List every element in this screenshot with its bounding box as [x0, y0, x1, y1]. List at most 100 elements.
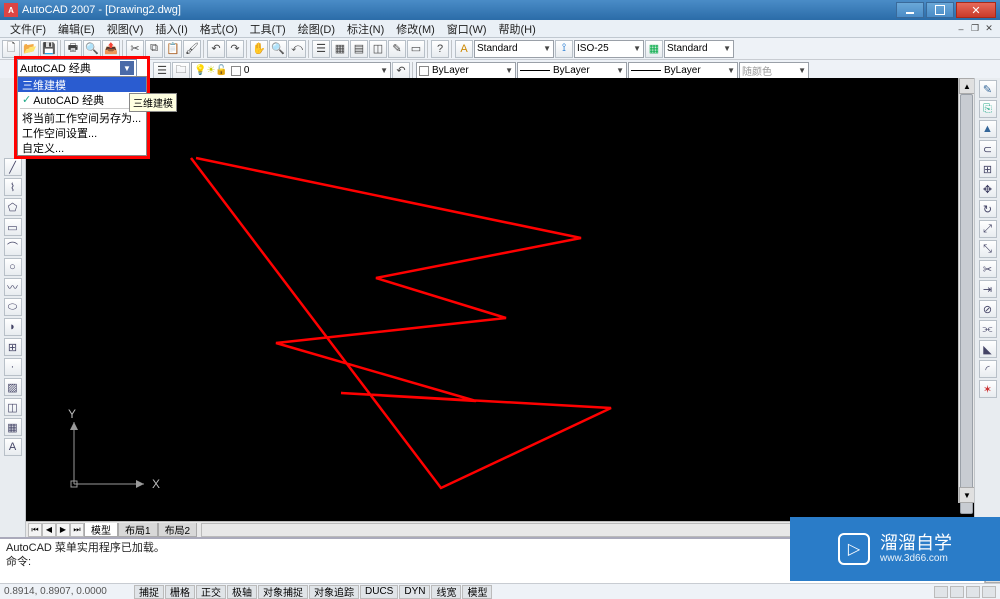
- layer-prop-button[interactable]: ☰: [153, 62, 171, 80]
- doc-close-button[interactable]: ✕: [982, 23, 996, 35]
- paste-button[interactable]: 📋: [164, 40, 182, 58]
- explode-tool[interactable]: ✶: [979, 380, 997, 398]
- menu-dimension[interactable]: 标注(N): [341, 21, 390, 37]
- redo-button[interactable]: ↷: [226, 40, 244, 58]
- doc-minimize-button[interactable]: –: [954, 23, 968, 35]
- publish-button[interactable]: 📤: [102, 40, 120, 58]
- arc-tool[interactable]: ⌒: [4, 238, 22, 256]
- erase-tool[interactable]: ✎: [979, 80, 997, 98]
- tablestyle-icon[interactable]: ▦: [645, 40, 663, 58]
- layer-filter-button[interactable]: 🗀: [172, 62, 190, 80]
- toggle-otrack[interactable]: 对象追踪: [309, 585, 359, 599]
- menu-insert[interactable]: 插入(I): [149, 21, 193, 37]
- save-button[interactable]: 💾: [40, 40, 58, 58]
- dimstyle-combo[interactable]: ISO-25 ▼: [574, 40, 644, 58]
- toggle-polar[interactable]: 极轴: [227, 585, 257, 599]
- tab-last-button[interactable]: ⏭: [70, 523, 84, 537]
- status-icon-2[interactable]: [950, 586, 964, 598]
- spline-tool[interactable]: 〰: [4, 278, 22, 296]
- polyline-tool[interactable]: ⌇: [4, 178, 22, 196]
- array-tool[interactable]: ⊞: [979, 160, 997, 178]
- toggle-ducs[interactable]: DUCS: [360, 585, 398, 599]
- tab-first-button[interactable]: ⏮: [28, 523, 42, 537]
- copy-button[interactable]: ⧉: [145, 40, 163, 58]
- workspace-item-settings[interactable]: 工作空间设置...: [18, 125, 146, 140]
- workspace-item-saveas[interactable]: 将当前工作空间另存为...: [18, 110, 146, 125]
- plotstyle-combo[interactable]: 随颜色 ▼: [739, 62, 809, 80]
- menu-help[interactable]: 帮助(H): [493, 21, 542, 37]
- workspace-item-3d[interactable]: 三维建模: [18, 77, 146, 92]
- close-button[interactable]: [956, 2, 996, 18]
- open-button[interactable]: 📂: [21, 40, 39, 58]
- color-combo[interactable]: ByLayer ▼: [416, 62, 516, 80]
- scroll-down-button[interactable]: ▼: [959, 487, 974, 503]
- rect-tool[interactable]: ▭: [4, 218, 22, 236]
- line-tool[interactable]: ╱: [4, 158, 22, 176]
- tool-palettes-button[interactable]: ▤: [350, 40, 368, 58]
- doc-restore-button[interactable]: ❐: [968, 23, 982, 35]
- markup-button[interactable]: ✎: [388, 40, 406, 58]
- toggle-grid[interactable]: 栅格: [165, 585, 195, 599]
- sheet-set-button[interactable]: ◫: [369, 40, 387, 58]
- drawing-canvas[interactable]: X Y ▲ ▼: [26, 78, 974, 521]
- scale-tool[interactable]: ⤢: [979, 220, 997, 238]
- calc-button[interactable]: ▭: [407, 40, 425, 58]
- text-tool[interactable]: A: [4, 438, 22, 456]
- menu-draw[interactable]: 绘图(D): [292, 21, 341, 37]
- copy-tool[interactable]: ⎘: [979, 100, 997, 118]
- vertical-scrollbar[interactable]: ▲ ▼: [958, 78, 974, 503]
- lineweight-combo[interactable]: ByLayer ▼: [628, 62, 738, 80]
- tab-next-button[interactable]: ▶: [56, 523, 70, 537]
- ellipse-tool[interactable]: ⬭: [4, 298, 22, 316]
- status-icon-4[interactable]: [982, 586, 996, 598]
- scroll-thumb[interactable]: [960, 94, 973, 514]
- chamfer-tool[interactable]: ◣: [979, 340, 997, 358]
- status-icon-3[interactable]: [966, 586, 980, 598]
- block-tool[interactable]: ⊞: [4, 338, 22, 356]
- ellipsearc-tool[interactable]: ◗: [4, 318, 22, 336]
- point-tool[interactable]: ·: [4, 358, 22, 376]
- print-button[interactable]: 🖶: [64, 40, 82, 58]
- toggle-dyn[interactable]: DYN: [399, 585, 430, 599]
- layer-prev-button[interactable]: ↶: [392, 62, 410, 80]
- extend-tool[interactable]: ⇥: [979, 280, 997, 298]
- zoom-button[interactable]: 🔍: [269, 40, 287, 58]
- menu-format[interactable]: 格式(O): [194, 21, 244, 37]
- layer-combo[interactable]: 💡 ☀ 🔓 0 ▼: [191, 62, 391, 80]
- move-tool[interactable]: ✥: [979, 180, 997, 198]
- toggle-lwt[interactable]: 线宽: [431, 585, 461, 599]
- preview-button[interactable]: 🔍: [83, 40, 101, 58]
- tab-layout2[interactable]: 布局2: [158, 523, 198, 537]
- dimstyle-icon[interactable]: ⟟: [555, 40, 573, 58]
- scroll-up-button[interactable]: ▲: [959, 78, 974, 94]
- new-button[interactable]: 🗋: [2, 40, 20, 58]
- tab-model[interactable]: 模型: [84, 523, 118, 537]
- workspace-combo[interactable]: AutoCAD 经典 ▼: [17, 59, 137, 77]
- rotate-tool[interactable]: ↻: [979, 200, 997, 218]
- design-center-button[interactable]: ▦: [331, 40, 349, 58]
- toggle-osnap[interactable]: 对象捕捉: [258, 585, 308, 599]
- join-tool[interactable]: ⫘: [979, 320, 997, 338]
- textstyle-icon[interactable]: A: [455, 40, 473, 58]
- linetype-combo[interactable]: ByLayer ▼: [517, 62, 627, 80]
- menu-modify[interactable]: 修改(M): [390, 21, 441, 37]
- hatch-tool[interactable]: ▨: [4, 378, 22, 396]
- minimize-button[interactable]: [896, 2, 924, 18]
- workspace-item-custom[interactable]: 自定义...: [18, 140, 146, 155]
- undo-button[interactable]: ↶: [207, 40, 225, 58]
- region-tool[interactable]: ◫: [4, 398, 22, 416]
- stretch-tool[interactable]: ⤡: [979, 240, 997, 258]
- mirror-tool[interactable]: ▲: [979, 120, 997, 138]
- fillet-tool[interactable]: ◜: [979, 360, 997, 378]
- cut-button[interactable]: ✂: [126, 40, 144, 58]
- menu-view[interactable]: 视图(V): [101, 21, 150, 37]
- workspace-item-classic[interactable]: ✓ AutoCAD 经典: [18, 92, 146, 107]
- table-tool[interactable]: ▦: [4, 418, 22, 436]
- toggle-snap[interactable]: 捕捉: [134, 585, 164, 599]
- menu-file[interactable]: 文件(F): [4, 21, 52, 37]
- tab-layout1[interactable]: 布局1: [118, 523, 158, 537]
- menu-tools[interactable]: 工具(T): [244, 21, 292, 37]
- menu-window[interactable]: 窗口(W): [441, 21, 493, 37]
- toggle-ortho[interactable]: 正交: [196, 585, 226, 599]
- pan-button[interactable]: ✋: [250, 40, 268, 58]
